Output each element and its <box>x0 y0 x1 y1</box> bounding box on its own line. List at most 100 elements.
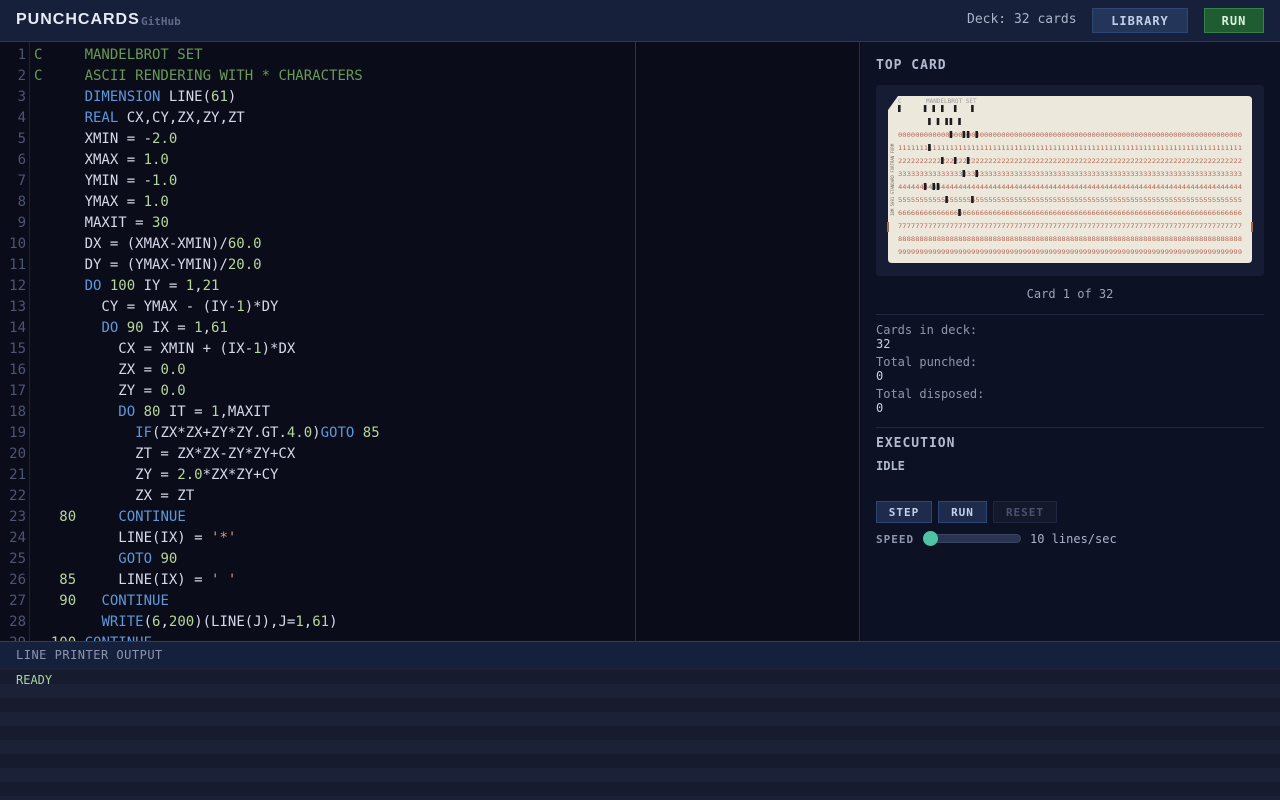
code-line[interactable]: 23 80 CONTINUE <box>0 507 859 528</box>
code-token: GOTO <box>320 425 355 441</box>
code-token: IF <box>135 425 153 441</box>
code-line[interactable]: 20 ZT = ZX*ZX-ZY*ZY+CX <box>0 444 859 465</box>
code-token: DO <box>118 404 136 420</box>
code-line[interactable]: 15 CX = XMIN + (IX-1)*DX <box>0 339 859 360</box>
reset-button[interactable]: RESET <box>993 501 1057 523</box>
code-token: C <box>34 68 85 84</box>
card-row-digits: 7777777777777777777777777777777777777777… <box>898 223 1242 230</box>
code-token: WRITE <box>101 614 144 630</box>
code-line[interactable]: 18 DO 80 IT = 1,MAXIT <box>0 402 859 423</box>
code-token: ZY = <box>34 383 161 399</box>
card-punch <box>936 183 940 190</box>
card-printed-text: C <box>898 98 902 105</box>
line-text: IF(ZX*ZX+ZY*ZY.GT.4.0)GOTO 85 <box>34 423 379 444</box>
code-token: IX = <box>143 320 195 336</box>
app-title: PUNCHCARDS <box>16 11 140 28</box>
line-text: CY = YMAX - (IY-1)*DY <box>34 297 278 318</box>
github-link[interactable]: GitHub <box>141 15 181 28</box>
code-token: 61 <box>211 320 228 336</box>
code-line[interactable]: 8 YMAX = 1.0 <box>0 192 859 213</box>
code-token: ) <box>329 614 338 630</box>
code-line[interactable]: 4 REAL CX,CY,ZX,ZY,ZT <box>0 108 859 129</box>
code-line[interactable]: 27 90 CONTINUE <box>0 591 859 612</box>
code-token: 1 <box>253 341 262 357</box>
line-text: C MANDELBROT SET <box>34 45 203 66</box>
code-line[interactable]: 28 WRITE(6,200)(LINE(J),J=1,61) <box>0 612 859 633</box>
code-token: 80 <box>143 404 161 420</box>
code-line[interactable]: 16 ZX = 0.0 <box>0 360 859 381</box>
code-line[interactable]: 10 DX = (XMAX-XMIN)/60.0 <box>0 234 859 255</box>
speed-slider-thumb[interactable] <box>923 531 938 546</box>
deck-status: Deck: 32 cards <box>967 12 1077 27</box>
card-row-digits: 3333333333333333333333333333333333333333… <box>898 171 1242 178</box>
run-button[interactable]: RUN <box>938 501 987 523</box>
line-text: LINE(IX) = '*' <box>34 528 236 549</box>
code-line[interactable]: 7 YMIN = -1.0 <box>0 171 859 192</box>
code-line[interactable]: 3 DIMENSION LINE(61) <box>0 87 859 108</box>
code-token: 2.0 <box>152 131 178 147</box>
code-line[interactable]: 12 DO 100 IY = 1,21 <box>0 276 859 297</box>
code-lines[interactable]: 1C MANDELBROT SET 2 C ASCII RENDERING WITH… <box>0 45 859 641</box>
code-line[interactable]: 14 DO 90 IX = 1,61 <box>0 318 859 339</box>
line-number: 20 <box>9 446 26 462</box>
code-token: LINE(IX) = <box>34 530 212 546</box>
card-side-label: IBM 5081 STANDARD FORTRAN FORM <box>890 143 895 216</box>
code-line[interactable]: 22 ZX = ZT <box>0 486 859 507</box>
code-token: 100 <box>109 278 136 294</box>
code-line[interactable]: 9 MAXIT = 30 <box>0 213 859 234</box>
line-text: ZY = 2.0*ZX*ZY+CY <box>34 465 278 486</box>
code-line[interactable]: 24 LINE(IX) = '*' <box>0 528 859 549</box>
code-line[interactable]: 5 XMIN = -2.0 <box>0 129 859 150</box>
code-token: 61 <box>211 89 228 105</box>
speed-slider-track[interactable] <box>925 534 1021 543</box>
line-number: 22 <box>9 488 26 504</box>
code-line[interactable]: 13 CY = YMAX - (IY-1)*DY <box>0 297 859 318</box>
card-row-digits: 2222222222222222222222222222222222222222… <box>898 158 1242 165</box>
card-punch <box>898 105 901 112</box>
card-notch <box>1251 222 1253 232</box>
card-punch <box>932 105 935 112</box>
code-line[interactable]: 6 XMAX = 1.0 <box>0 150 859 171</box>
code-editor[interactable]: 1C MANDELBROT SET 2 C ASCII RENDERING WITH… <box>0 42 860 641</box>
code-line[interactable]: 26 85 LINE(IX) = ' ' <box>0 570 859 591</box>
line-text: ZX = 0.0 <box>34 360 185 381</box>
code-line[interactable]: 29 100 CONTINUE <box>0 633 859 641</box>
line-number: 4 <box>17 110 26 126</box>
execution-status: IDLE <box>876 459 905 473</box>
code-line[interactable]: 21 ZY = 2.0*ZX*ZY+CY <box>0 465 859 486</box>
card-row-digits: 1111111111111111111111111111111111111111… <box>898 145 1242 152</box>
card-punch <box>958 118 961 125</box>
step-button[interactable]: STEP <box>876 501 932 523</box>
code-token: '*' <box>211 530 237 546</box>
code-token: REAL <box>84 110 119 126</box>
code-line[interactable]: 2C ASCII RENDERING WITH * CHARACTERS <box>0 66 859 87</box>
printer-title: LINE PRINTER OUTPUT <box>16 648 163 662</box>
line-number: 29 <box>0 633 26 641</box>
code-token: DX = (XMAX-XMIN)/ <box>34 236 228 252</box>
code-line[interactable]: 25 GOTO 90 <box>0 549 859 570</box>
code-token: YMIN = - <box>34 173 153 189</box>
line-text: CX = XMIN + (IX-1)*DX <box>34 339 295 360</box>
line-text: YMIN = -1.0 <box>34 171 178 192</box>
code-token: 1.0 <box>152 173 178 189</box>
code-token: 1 <box>236 299 245 315</box>
code-token: ,MAXIT <box>219 404 271 420</box>
card-punch <box>923 105 927 112</box>
code-line[interactable]: 19 IF(ZX*ZX+ZY*ZY.GT.4.0)GOTO 85 <box>0 423 859 444</box>
code-line[interactable]: 17 ZY = 0.0 <box>0 381 859 402</box>
code-token: CY = YMAX - (IY- <box>34 299 237 315</box>
run-program-button[interactable]: RUN <box>1204 8 1264 33</box>
library-button[interactable]: LIBRARY <box>1092 8 1188 33</box>
code-line[interactable]: 1C MANDELBROT SET <box>0 45 859 66</box>
code-token: CONTINUE <box>118 509 186 525</box>
code-token: , <box>194 278 203 294</box>
punch-card: C MANDELBROT SET IBM 5081 STANDARD FORTRAN… <box>887 96 1253 263</box>
line-number: 27 <box>9 593 26 609</box>
line-text: C ASCII RENDERING WITH * CHARACTERS <box>34 66 363 87</box>
code-line[interactable]: 11 DY = (YMAX-YMIN)/20.0 <box>0 255 859 276</box>
